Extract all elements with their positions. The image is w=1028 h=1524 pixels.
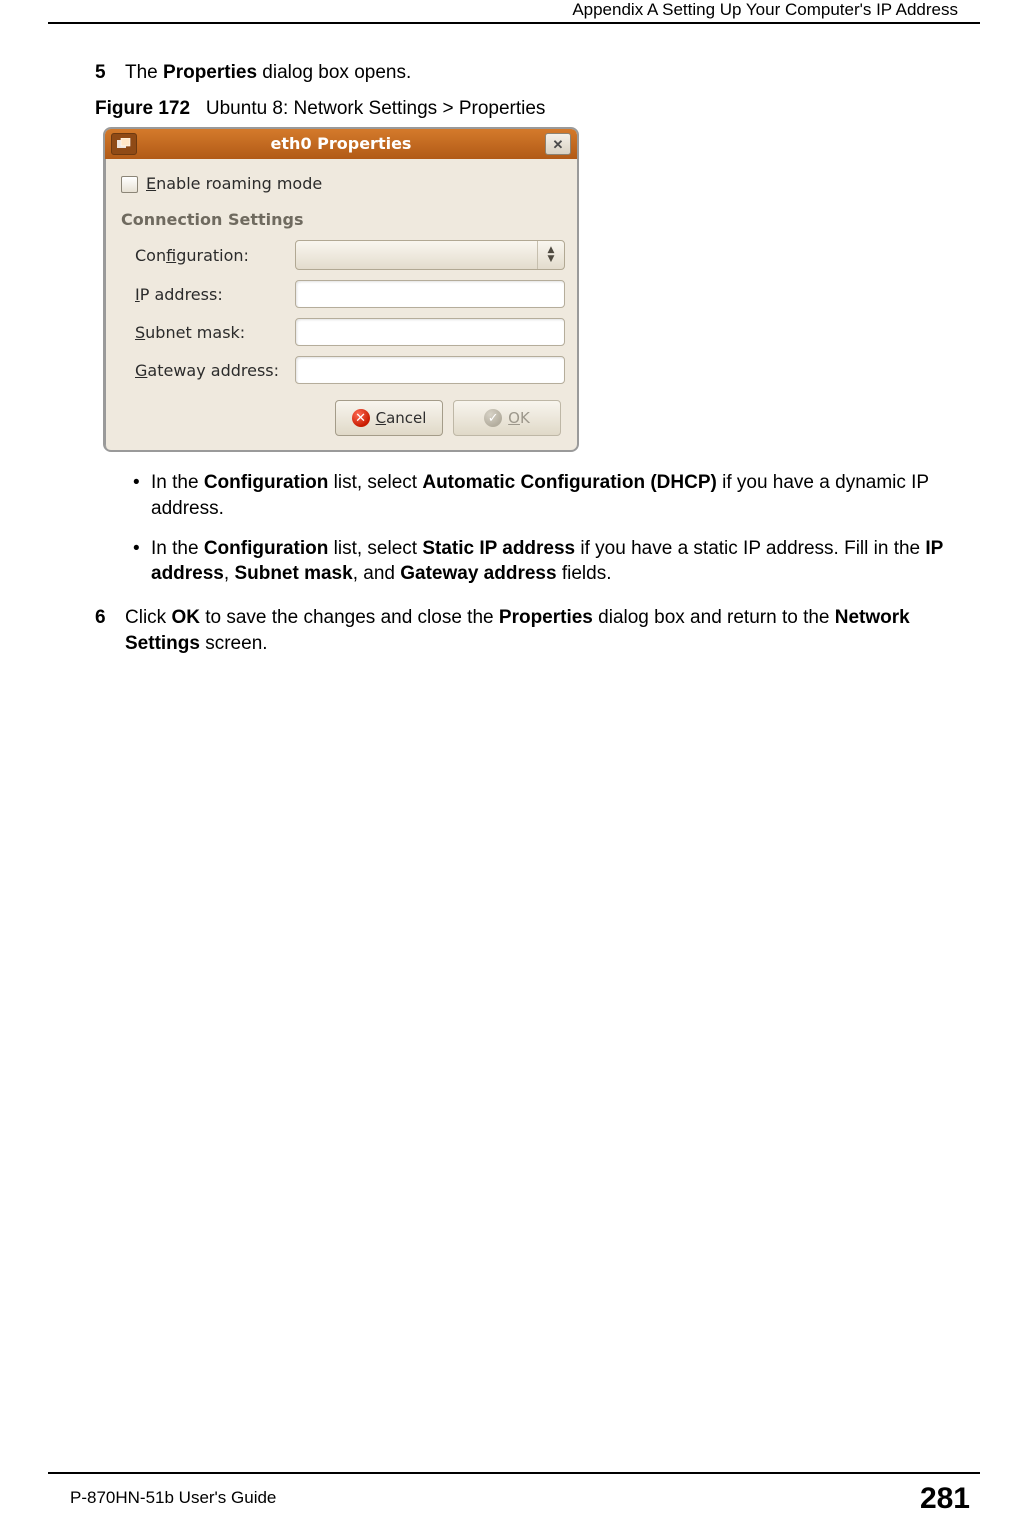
subnet-mask-label: Subnet mask: [135, 322, 295, 344]
mnemonic: E [146, 174, 156, 193]
ip-address-input[interactable] [295, 280, 565, 308]
ok-button[interactable]: ✓ OK [453, 400, 561, 436]
bottom-horizontal-rule [48, 1472, 980, 1474]
text: Click [125, 607, 171, 628]
text: fields. [557, 563, 612, 584]
ok-icon: ✓ [484, 409, 502, 427]
step-6-text: Click OK to save the changes and close t… [125, 605, 953, 656]
mnemonic: f [166, 246, 176, 265]
gateway-address-row: Gateway address: [135, 356, 565, 384]
text-bold: Gateway address [400, 563, 556, 584]
roaming-label: Enable roaming mode [146, 173, 322, 195]
combobox-arrows-icon: ▲▼ [537, 241, 564, 269]
bullet-dot: • [133, 470, 151, 521]
dialog-button-row: ✕ Cancel ✓ OK [117, 400, 561, 436]
text-bold: Configuration [204, 538, 329, 559]
dialog-title: eth0 Properties [137, 133, 545, 155]
configuration-label: Configuration: [135, 245, 295, 267]
mnemonic: C [376, 409, 386, 427]
text-bold: Configuration [204, 472, 329, 493]
gateway-address-label: Gateway address: [135, 360, 295, 382]
text: The [125, 62, 163, 83]
gateway-address-input[interactable] [295, 356, 565, 384]
step-5-text: The Properties dialog box opens. [125, 60, 953, 86]
text: , [224, 563, 235, 584]
text: dialog box and return to the [593, 607, 835, 628]
text: ancel [386, 409, 426, 427]
cancel-icon: ✕ [352, 409, 370, 427]
checkbox-icon[interactable] [121, 176, 138, 193]
subnet-mask-row: Subnet mask: [135, 318, 565, 346]
text: In the [151, 538, 204, 559]
ip-address-row: IP address: [135, 280, 565, 308]
text: P address: [140, 285, 223, 304]
mnemonic: G [135, 361, 147, 380]
bullet-item-1: • In the Configuration list, select Auto… [133, 470, 953, 521]
dialog-screenshot: eth0 Properties ✕ Enable roaming mode Co… [103, 127, 579, 452]
section-heading: Connection Settings [121, 209, 565, 231]
bullet-item-2: • In the Configuration list, select Stat… [133, 536, 953, 587]
text: list, select [328, 538, 422, 559]
text: In the [151, 472, 204, 493]
text: Con [135, 246, 166, 265]
text: iguration: [176, 246, 249, 265]
text-bold: Properties [499, 607, 593, 628]
bullet-text: In the Configuration list, select Static… [151, 536, 953, 587]
top-horizontal-rule [48, 22, 980, 24]
window-menu-icon[interactable] [111, 133, 137, 155]
text-bold: Properties [163, 62, 257, 83]
step-6-number: 6 [95, 605, 125, 656]
close-icon: ✕ [553, 136, 564, 154]
roaming-checkbox-row[interactable]: Enable roaming mode [121, 173, 565, 195]
figure-title: Ubuntu 8: Network Settings > Properties [206, 98, 546, 119]
text-bold: Automatic Configuration (DHCP) [422, 472, 716, 493]
cancel-button[interactable]: ✕ Cancel [335, 400, 443, 436]
text: K [520, 409, 530, 427]
text: nable roaming mode [156, 174, 322, 193]
configuration-row: Configuration: ▲▼ [135, 240, 565, 270]
text: if you have a static IP address. Fill in… [575, 538, 925, 559]
running-header: Appendix A Setting Up Your Computer's IP… [572, 0, 958, 20]
dialog-body: Enable roaming mode Connection Settings … [105, 159, 577, 450]
text: dialog box opens. [257, 62, 411, 83]
text: to save the changes and close the [200, 607, 499, 628]
close-button[interactable]: ✕ [545, 133, 571, 155]
step-5: 5 The Properties dialog box opens. [95, 60, 953, 86]
text: ateway address: [147, 361, 279, 380]
text-bold: OK [171, 607, 200, 628]
figure-number: Figure 172 [95, 98, 190, 119]
bullet-dot: • [133, 536, 151, 587]
configuration-combobox[interactable]: ▲▼ [295, 240, 565, 270]
footer-guide-name: P-870HN-51b User's Guide [70, 1488, 276, 1508]
text-bold: Subnet mask [234, 563, 352, 584]
bullet-text: In the Configuration list, select Automa… [151, 470, 953, 521]
ok-label: OK [508, 408, 530, 428]
text-bold: Static IP address [422, 538, 575, 559]
figure-caption: Figure 172 Ubuntu 8: Network Settings > … [95, 96, 953, 122]
step-6: 6 Click OK to save the changes and close… [95, 605, 953, 656]
cancel-label: Cancel [376, 408, 427, 428]
text: list, select [328, 472, 422, 493]
ip-address-label: IP address: [135, 284, 295, 306]
mnemonic: O [508, 409, 520, 427]
text: screen. [200, 633, 268, 654]
page-number: 281 [920, 1482, 970, 1516]
bullet-list: • In the Configuration list, select Auto… [133, 470, 953, 587]
mnemonic: S [135, 323, 145, 342]
subnet-mask-input[interactable] [295, 318, 565, 346]
text: ubnet mask: [145, 323, 245, 342]
dialog-titlebar: eth0 Properties ✕ [105, 129, 577, 159]
text: , and [353, 563, 401, 584]
step-5-number: 5 [95, 60, 125, 86]
